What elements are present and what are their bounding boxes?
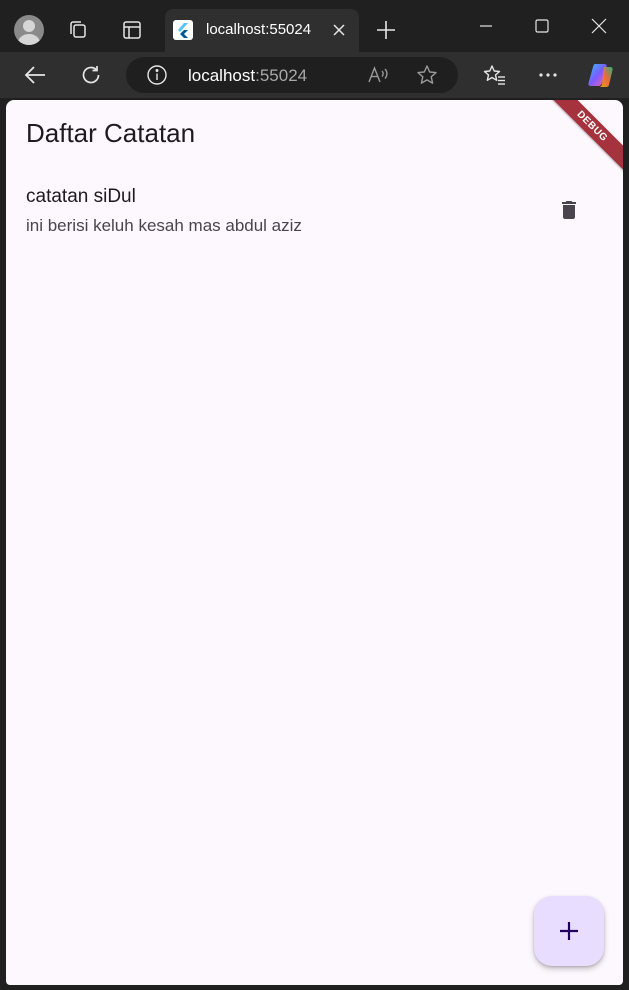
new-tab-icon[interactable] [374,18,398,42]
back-arrow-icon[interactable] [22,63,48,87]
profile-avatar[interactable] [14,15,44,45]
url-text: localhost:55024 [188,66,307,86]
maximize-icon[interactable] [530,14,554,38]
trash-icon [562,201,576,219]
refresh-icon[interactable] [79,63,103,87]
tab-actions-icon[interactable] [120,18,144,42]
browser-tab-active[interactable]: localhost:55024 [165,9,359,52]
close-window-icon[interactable] [587,14,611,38]
browser-tab-strip: localhost:55024 [0,0,629,52]
minimize-icon[interactable] [474,14,498,38]
flutter-icon [173,20,193,40]
debug-banner: DEBUG [540,100,623,179]
site-info-icon[interactable] [146,64,168,86]
favorite-star-icon[interactable] [415,64,439,86]
page-title: Daftar Catatan [26,118,196,148]
app-viewport: Daftar Catatan DEBUG catatan siDul ini b… [6,100,623,985]
note-content: ini berisi keluh kesah mas abdul aziz [26,216,302,235]
close-tab-icon[interactable] [329,20,349,40]
more-options-icon[interactable] [536,63,560,87]
address-bar[interactable]: localhost:55024 [126,57,458,93]
url-port: :55024 [255,66,308,85]
workspaces-icon[interactable] [66,18,90,42]
browser-toolbar: localhost:55024 [0,52,629,98]
read-aloud-icon[interactable] [366,64,390,86]
note-list-item[interactable]: catatan siDul ini berisi keluh kesah mas… [6,180,623,244]
delete-note-button[interactable] [549,190,589,230]
tab-title: localhost:55024 [206,21,312,38]
add-note-button[interactable] [534,896,604,966]
note-title: catatan siDul [26,186,136,207]
copilot-icon[interactable] [586,60,616,90]
plus-icon [560,922,578,940]
favorites-icon[interactable] [482,63,508,87]
url-host: localhost [188,66,256,85]
